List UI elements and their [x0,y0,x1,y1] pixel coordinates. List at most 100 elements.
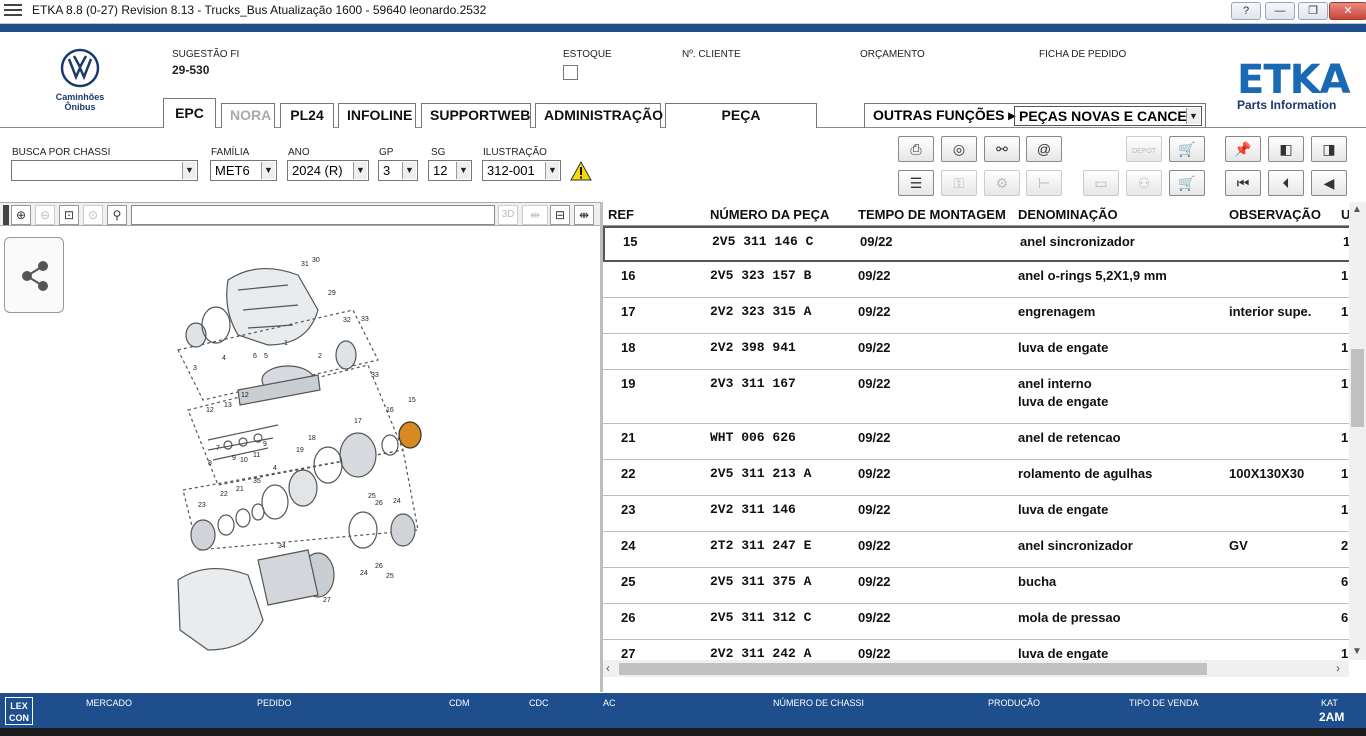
brand-line-2: Ônibus [64,102,96,112]
sugestao-label: SUGESTÃO FI [172,49,240,60]
ilustracao-select[interactable]: 312-001 ▼ [482,160,561,181]
scroll-left-icon[interactable]: ‹ [606,661,610,675]
table-row[interactable]: 17 2V2 323 315 A 09/22 engrenagem interior s… [603,298,1349,334]
chevron-down-icon[interactable]: ▼ [456,162,470,179]
vertical-scroll-thumb[interactable] [1351,349,1364,427]
chevron-down-icon[interactable]: ▼ [402,162,416,179]
tab-nora[interactable]: NORA [221,103,275,128]
cell-denominacao: anel sincronizador [1020,234,1135,249]
minimize-button[interactable]: — [1265,2,1295,20]
page-back-icon[interactable]: ◧ [1268,136,1304,162]
depot-icon[interactable]: DEPOT [1126,136,1162,162]
chevron-down-icon[interactable]: ▼ [261,162,275,179]
tab-peca-normalizada[interactable]: PEÇA NORMALIZADA [665,103,817,146]
handshake-icon[interactable]: ⚯ [984,136,1020,162]
zoom-in-icon[interactable]: ⊕ [11,205,31,225]
parts-diagram[interactable]: 313029 32 331 652 3433 121312 879 10119 1… [168,250,448,660]
devices-icon[interactable]: ▭ [1083,170,1119,196]
tab-administracao[interactable]: ADMINISTRAÇÃO [535,103,663,128]
zoom-reset-icon[interactable]: ⊙ [83,205,103,225]
bike-icon[interactable]: ⚙ [984,170,1020,196]
outras-funcoes: OUTRAS FUNÇÕES ▸ PEÇAS NOVAS E CANCEL. ▼ [864,103,1206,128]
3d-icon[interactable]: 3D [498,205,518,225]
cart-icon[interactable]: 🛒 [1169,136,1205,162]
ano-select[interactable]: 2024 (R) ▼ [287,160,369,181]
tab-infoline[interactable]: INFOLINE [338,103,416,128]
previous-icon[interactable]: ⏴ [1268,170,1304,196]
vertical-scrollbar[interactable]: ▲ ▼ [1349,202,1366,660]
gp-select[interactable]: 3 ▼ [378,160,418,181]
zoom-fit-icon[interactable]: ⊡ [59,205,79,225]
sg-select[interactable]: 12 ▼ [428,160,472,181]
estoque-checkbox[interactable] [563,65,578,80]
table-row[interactable]: 25 2V5 311 375 A 09/22 bucha 6 [603,568,1349,604]
chassi-search-select[interactable]: ▼ [11,160,198,181]
disc-icon[interactable]: ◎ [941,136,977,162]
cell-ref: 17 [621,304,636,319]
back-arrow-icon[interactable]: ◀ [1311,170,1347,196]
close-button[interactable]: ✕ [1329,2,1366,20]
scroll-right-icon[interactable]: › [1336,661,1340,675]
col-tempo[interactable]: TEMPO DE MONTAGEM [858,207,1006,222]
table-row[interactable]: 18 2V2 398 941 09/22 luva de engate 1 [603,334,1349,370]
share-button[interactable] [4,237,64,313]
first-icon[interactable]: ⏮ [1225,170,1261,196]
tab-supportweb[interactable]: SUPPORTWEB [421,103,531,128]
familia-select[interactable]: MET6 ▼ [210,160,277,181]
outras-funcoes-select[interactable]: PEÇAS NOVAS E CANCEL. ▼ [1014,106,1202,126]
menu-icon[interactable] [4,4,22,18]
table-row[interactable]: 16 2V5 323 157 B 09/22 anel o-rings 5,2X1,9… [603,262,1349,298]
users-icon[interactable]: ⚇ [1126,170,1162,196]
table-row[interactable]: 24 2T2 311 247 E 09/22 anel sincronizador GV… [603,532,1349,568]
print-icon[interactable]: ⎙ [898,136,934,162]
layout-icon[interactable]: ⇹ [522,205,548,225]
svg-text:4: 4 [222,355,226,362]
cell-observacao: 100X130X30 [1229,466,1305,481]
filter-bar: BUSCA POR CHASSI ▼ FAMÍLIA MET6 ▼ ANO 20… [0,129,1366,199]
horizontal-scroll-thumb[interactable] [619,663,1207,675]
col-u[interactable]: U [1341,207,1349,222]
warning-icon[interactable] [570,161,592,181]
table-row[interactable]: 15 2V5 311 146 C 09/22 anel sincronizador 1 [603,226,1349,262]
email-icon[interactable]: @ [1026,136,1062,162]
chevron-down-icon[interactable]: ▼ [1186,108,1200,124]
table-row[interactable]: 22 2V5 311 213 A 09/22 rolamento de agulhas… [603,460,1349,496]
cart-add-icon[interactable]: 🛒 [1169,170,1205,196]
search-icon[interactable]: ⚲ [107,205,127,225]
table-row[interactable]: 21 WHT 006 626 09/22 anel de retencao 1 [603,424,1349,460]
col-ref[interactable]: REF [608,207,634,222]
cell-u: 6 [1341,610,1349,625]
cell-denominacao: mola de pressao [1018,610,1121,625]
chevron-down-icon[interactable]: ▼ [353,162,367,179]
zoom-out-icon[interactable]: ⊖ [35,205,55,225]
cell-numero: 2V5 311 312 C [710,610,812,625]
table-row[interactable]: 23 2V2 311 146 09/22 luva de engate 1 [603,496,1349,532]
table-row[interactable]: 19 2V3 311 167 09/22 anel interno luva de en… [603,370,1349,424]
col-observacao[interactable]: OBSERVAÇÃO [1229,207,1321,222]
col-numero[interactable]: NÚMERO DA PEÇA [710,207,829,222]
svg-text:8: 8 [208,460,212,467]
chevron-down-icon[interactable]: ▼ [545,162,559,179]
key-icon[interactable]: ⚿ [941,170,977,196]
col-denominacao[interactable]: DENOMINAÇÃO [1018,207,1118,222]
maximize-button[interactable]: ❐ [1298,2,1328,20]
split-icon[interactable]: ⊟ [550,205,570,225]
horizontal-scrollbar[interactable]: ‹ › [603,660,1349,677]
table-row[interactable]: 27 2V2 311 242 A 09/22 luva de engate 1 [603,640,1349,660]
tab-pl24[interactable]: PL24 [280,103,334,128]
flag-icon[interactable]: ⊢ [1026,170,1062,196]
pin-icon[interactable]: 📌 [1225,136,1261,162]
list-icon[interactable]: ☰ [898,170,934,196]
cell-tempo: 09/22 [858,646,891,660]
image-search-input[interactable] [131,205,495,225]
page-forward-icon[interactable]: ◨ [1311,136,1347,162]
outras-funcoes-label[interactable]: OUTRAS FUNÇÕES ▸ [873,107,1015,124]
scroll-down-icon[interactable]: ▼ [1352,646,1362,657]
help-button[interactable]: ? [1231,2,1261,20]
scroll-up-icon[interactable]: ▲ [1352,204,1362,215]
tab-epc[interactable]: EPC [163,98,216,128]
ano-label: ANO [288,147,310,158]
resize-icon[interactable]: ⇼ [574,205,594,225]
table-row[interactable]: 26 2V5 311 312 C 09/22 mola de pressao 6 [603,604,1349,640]
chevron-down-icon[interactable]: ▼ [182,162,196,179]
